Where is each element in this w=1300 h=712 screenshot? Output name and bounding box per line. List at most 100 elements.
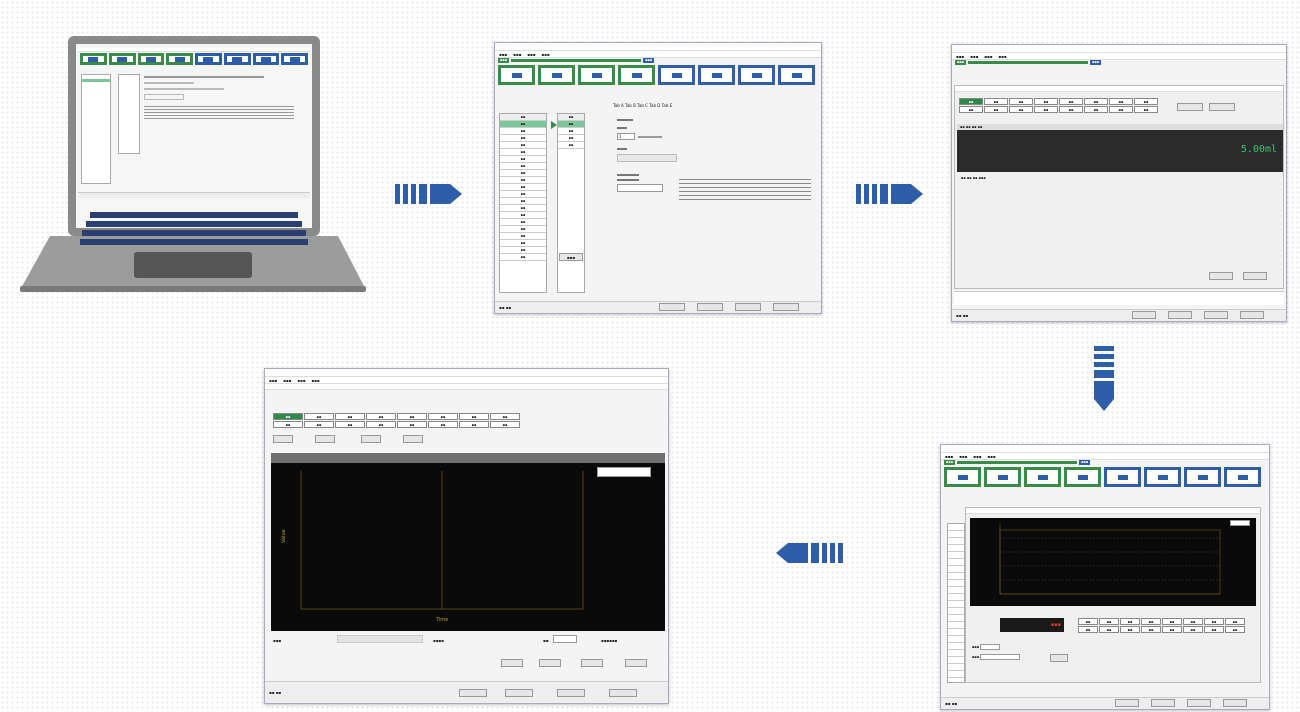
p2-list-right[interactable]: ▪▪ ▪▪ ▪▪ ▪▪ ▪▪ — [557, 113, 585, 293]
step-3[interactable] — [1024, 467, 1061, 487]
step-8[interactable] — [1224, 467, 1261, 487]
p5-btn-d[interactable] — [403, 435, 423, 443]
channel-cell[interactable]: ▪▪ — [984, 106, 1008, 113]
channel-cell[interactable]: ▪▪ — [335, 421, 365, 428]
channel-cell[interactable]: ▪▪ — [366, 413, 396, 420]
step-2[interactable] — [538, 65, 575, 85]
channel-cell[interactable]: ▪▪ — [984, 98, 1008, 105]
p2-tabs[interactable]: Tab A Tab B Tab C Tab D Tab E — [613, 103, 672, 108]
channel-cell[interactable]: ▪▪ — [1225, 618, 1245, 625]
channel-cell[interactable]: ▪▪ — [1183, 626, 1203, 633]
p5-row-btn-1[interactable] — [501, 659, 523, 667]
channel-cell[interactable]: ▪▪ — [1034, 98, 1058, 105]
step-7[interactable] — [738, 65, 775, 85]
channel-cell[interactable]: ▪▪ — [1059, 98, 1083, 105]
channel-cell[interactable]: ▪▪ — [1084, 106, 1108, 113]
p5-btn-3[interactable] — [557, 689, 585, 697]
channel-cell[interactable]: ▪▪ — [273, 421, 303, 428]
step-6[interactable] — [223, 53, 251, 65]
step-7[interactable] — [1184, 467, 1221, 487]
step-5[interactable] — [195, 53, 222, 65]
p3-btn-3[interactable] — [1204, 311, 1228, 319]
step-2[interactable] — [984, 467, 1021, 487]
channel-cell[interactable]: ▪▪ — [1141, 618, 1161, 625]
channel-cell[interactable]: ▪▪ — [459, 421, 489, 428]
p3-btn-4[interactable] — [1240, 311, 1264, 319]
p5-btn-2[interactable] — [505, 689, 533, 697]
p5-channel-grid[interactable]: ▪▪ ▪▪ ▪▪ ▪▪ ▪▪ ▪▪ ▪▪ ▪▪ ▪▪ ▪▪ ▪▪ ▪▪ ▪▪ ▪▪ ▪▪ ▪▪ — [273, 413, 520, 428]
channel-cell[interactable]: ▪▪ — [1078, 618, 1098, 625]
channel-cell[interactable]: ▪▪ — [1109, 98, 1133, 105]
step-8[interactable] — [281, 53, 308, 65]
p2-btn-2[interactable] — [697, 303, 723, 311]
channel-cell[interactable]: ▪▪ — [1134, 98, 1158, 105]
p2-side-button[interactable]: ▪▪▪ — [559, 253, 583, 261]
channel-cell[interactable]: ▪▪ — [304, 413, 334, 420]
step-3[interactable] — [137, 53, 165, 65]
channel-cell[interactable]: ▪▪ — [959, 106, 983, 113]
p2-btn-1[interactable] — [659, 303, 685, 311]
step-3[interactable] — [578, 65, 615, 85]
p5-row-btn-2[interactable] — [539, 659, 561, 667]
channel-cell[interactable]: ▪▪ — [1134, 106, 1158, 113]
p2-list-left[interactable]: ▪▪ ▪▪ ▪▪ ▪▪ ▪▪ ▪▪ ▪▪ ▪▪ ▪▪ ▪▪ ▪▪ ▪▪ ▪▪ ▪▪ ▪▪ ▪▪ ▪▪ ▪▪ ▪▪ ▪▪… — [499, 113, 547, 293]
channel-cell[interactable]: ▪▪ — [1009, 98, 1033, 105]
step-4[interactable] — [1064, 467, 1101, 487]
step-5[interactable] — [1104, 467, 1141, 487]
p2-input[interactable] — [617, 154, 677, 162]
p3-channel-grid[interactable]: ▪▪ ▪▪ ▪▪ ▪▪ ▪▪ ▪▪ ▪▪ ▪▪ ▪▪ ▪▪ ▪▪ ▪▪ ▪▪ ▪▪ ▪▪ ▪▪ — [959, 98, 1158, 113]
p4-btn-3[interactable] — [1187, 699, 1211, 707]
p5-btn-c[interactable] — [361, 435, 381, 443]
channel-cell[interactable]: ▪▪ — [1162, 618, 1182, 625]
channel-cell[interactable]: ▪▪ — [959, 98, 983, 105]
p4-channel-grid[interactable]: ▪▪ ▪▪ ▪▪ ▪▪ ▪▪ ▪▪ ▪▪ ▪▪ ▪▪ ▪▪ ▪▪ ▪▪ ▪▪ ▪▪ ▪▪ ▪▪ — [1078, 618, 1245, 633]
channel-cell[interactable]: ▪▪ — [490, 413, 520, 420]
step-1[interactable] — [944, 467, 981, 487]
channel-cell[interactable]: ▪▪ — [1183, 618, 1203, 625]
step-7[interactable] — [252, 53, 280, 65]
p4-btn-4[interactable] — [1223, 699, 1247, 707]
p2-select[interactable] — [617, 184, 663, 192]
step-8[interactable] — [778, 65, 815, 85]
p2-btn-3[interactable] — [735, 303, 761, 311]
channel-cell[interactable]: ▪▪ — [1204, 618, 1224, 625]
p3-btn-2[interactable] — [1168, 311, 1192, 319]
p4-apply-button[interactable] — [1050, 654, 1068, 662]
channel-cell[interactable]: ▪▪ — [366, 421, 396, 428]
p5-btn-b[interactable] — [315, 435, 335, 443]
p2-btn-4[interactable] — [773, 303, 799, 311]
channel-cell[interactable]: ▪▪ — [1009, 106, 1033, 113]
p5-btn-1[interactable] — [459, 689, 487, 697]
step-6[interactable] — [698, 65, 735, 85]
channel-cell[interactable]: ▪▪ — [1141, 626, 1161, 633]
p4-btn-2[interactable] — [1151, 699, 1175, 707]
channel-cell[interactable]: ▪▪ — [1059, 106, 1083, 113]
channel-cell[interactable]: ▪▪ — [397, 413, 427, 420]
channel-cell[interactable]: ▪▪ — [490, 421, 520, 428]
p5-row-btn-3[interactable] — [581, 659, 603, 667]
step-1[interactable] — [80, 53, 107, 65]
channel-cell[interactable]: ▪▪ — [428, 413, 458, 420]
channel-cell[interactable]: ▪▪ — [1099, 626, 1119, 633]
step-4[interactable] — [166, 53, 193, 65]
p3-btn-b[interactable] — [1209, 103, 1235, 111]
channel-cell[interactable]: ▪▪ — [1162, 626, 1182, 633]
channel-cell[interactable]: ▪▪ — [1120, 626, 1140, 633]
channel-cell[interactable]: ▪▪ — [1099, 618, 1119, 625]
channel-cell[interactable]: ▪▪ — [1225, 626, 1245, 633]
channel-cell[interactable]: ▪▪ — [335, 413, 365, 420]
p3-cancel-button[interactable] — [1243, 272, 1267, 280]
p5-btn-a[interactable] — [273, 435, 293, 443]
channel-cell[interactable]: ▪▪ — [1084, 98, 1108, 105]
p5-btn-4[interactable] — [609, 689, 637, 697]
channel-cell[interactable]: ▪▪ — [1078, 626, 1098, 633]
channel-cell[interactable]: ▪▪ — [459, 413, 489, 420]
step-4[interactable] — [618, 65, 655, 85]
step-5[interactable] — [658, 65, 695, 85]
channel-cell[interactable]: ▪▪ — [1204, 626, 1224, 633]
channel-cell[interactable]: ▪▪ — [1109, 106, 1133, 113]
channel-cell[interactable]: ▪▪ — [1120, 618, 1140, 625]
channel-cell[interactable]: ▪▪ — [397, 421, 427, 428]
step-1[interactable] — [498, 65, 535, 85]
channel-cell[interactable]: ▪▪ — [428, 421, 458, 428]
